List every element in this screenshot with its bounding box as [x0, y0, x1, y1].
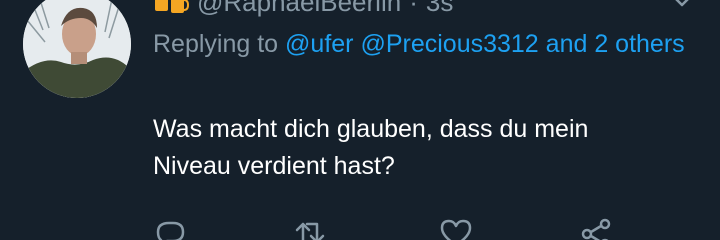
timestamp[interactable]: 3s: [426, 0, 453, 18]
avatar-image: [23, 0, 131, 98]
reply-icon[interactable]: [153, 218, 187, 240]
mention-link[interactable]: @Precious3312: [360, 30, 538, 58]
user-handle[interactable]: @RaphaelBeerlin: [197, 0, 401, 18]
tweet-header: @RaphaelBeerlin · 3s: [153, 0, 453, 18]
mention-others-link[interactable]: and 2 others: [546, 30, 685, 58]
share-icon[interactable]: [579, 218, 613, 240]
replying-to-line: Replying to @ufer @Precious3312 and 2 ot…: [153, 26, 693, 63]
beer-mugs-icon: [155, 0, 189, 13]
like-icon[interactable]: [439, 218, 473, 240]
tweet[interactable]: @RaphaelBeerlin · 3s Replying to @ufer @…: [0, 0, 720, 240]
tweet-text: Was macht dich glauben, dass du mein Niv…: [153, 111, 693, 185]
separator-dot: ·: [409, 0, 418, 17]
avatar[interactable]: [23, 0, 131, 98]
chevron-down-icon[interactable]: [670, 0, 694, 10]
tweet-text-line: Was macht dich glauben, dass du mein: [153, 115, 589, 143]
replying-prefix: Replying to: [153, 30, 279, 58]
action-bar: [153, 218, 633, 240]
mention-link[interactable]: @ufer: [285, 30, 353, 58]
tweet-text-line: Niveau verdient hast?: [153, 152, 395, 180]
retweet-icon[interactable]: [293, 218, 327, 240]
